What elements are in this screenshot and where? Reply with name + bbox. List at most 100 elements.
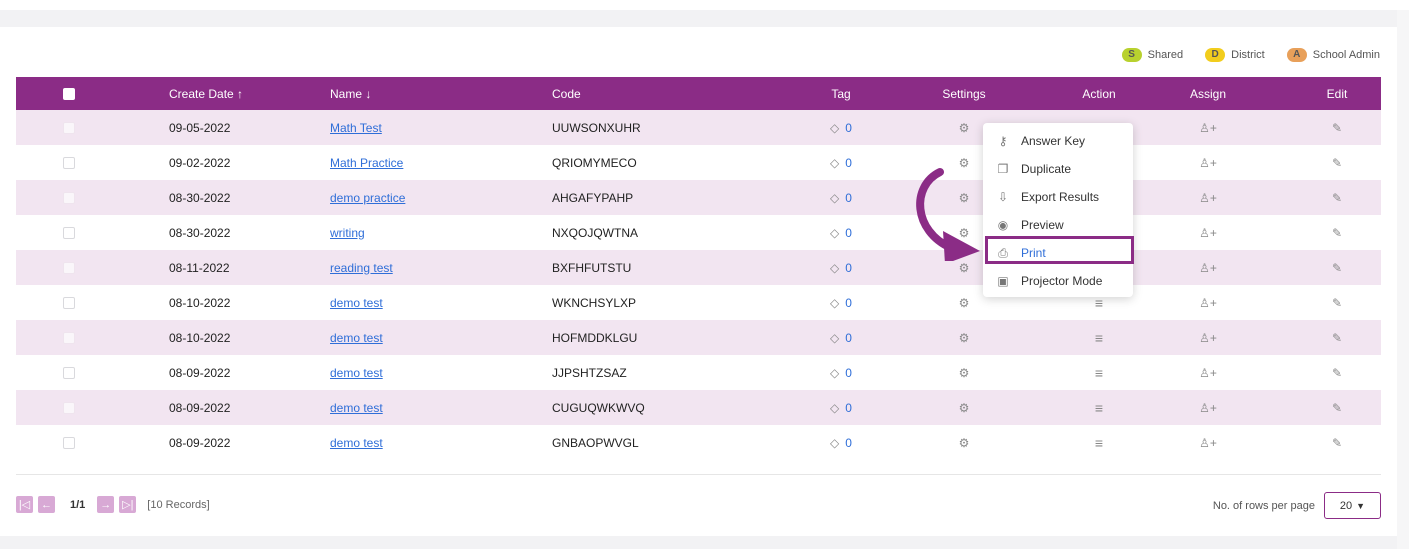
prev-page-icon[interactable]: ← [38,496,55,513]
add-user-icon[interactable]: ♙+ [1199,401,1217,415]
row-name-link[interactable]: demo practice [330,191,405,205]
header-create-date[interactable]: Create Date ↑ [169,77,243,110]
legend-badge-school-admin: A [1286,48,1307,62]
row-tag[interactable]: ◇ 0 [801,320,881,355]
add-user-icon[interactable]: ♙+ [1199,296,1217,310]
edit-icon[interactable]: ✎ [1332,366,1342,380]
row-tag[interactable]: ◇ 0 [801,355,881,390]
legend-school-admin: A School Admin [1286,48,1380,62]
edit-icon[interactable]: ✎ [1332,191,1342,205]
row-assign: ♙+ [1168,250,1248,285]
select-all-checkbox[interactable] [63,87,75,100]
menu-lines-icon[interactable]: ≡ [1095,365,1103,381]
row-select-cell [63,110,75,145]
menu-item-projector-mode[interactable]: ▣ Projector Mode [983,267,1133,295]
edit-icon[interactable]: ✎ [1332,296,1342,310]
tag-icon: ◇ [830,295,840,310]
menu-item-answer-key[interactable]: ⚷ Answer Key [983,127,1133,155]
row-name-link[interactable]: Math Test [330,121,382,135]
add-user-icon[interactable]: ♙+ [1199,366,1217,380]
row-tag[interactable]: ◇ 0 [801,250,881,285]
row-checkbox[interactable] [63,366,75,379]
row-name-link[interactable]: demo test [330,366,383,380]
page-scrollbar[interactable] [1397,10,1409,549]
row-checkbox[interactable] [63,296,75,309]
row-action: ≡ [1059,355,1139,390]
add-user-icon[interactable]: ♙+ [1199,226,1217,240]
gear-icon[interactable]: ⚙ [959,121,970,135]
menu-lines-icon[interactable]: ≡ [1095,330,1103,346]
menu-lines-icon[interactable]: ≡ [1095,400,1103,416]
row-assign: ♙+ [1168,145,1248,180]
edit-icon[interactable]: ✎ [1332,436,1342,450]
table-row: 08-30-2022writingNXQOJQWTNA◇0⚙≡♙+✎ [16,215,1381,250]
row-code: QRIOMYMECO [552,155,637,170]
header-assign: Assign [1189,86,1227,101]
row-name-link[interactable]: demo test [330,401,383,415]
menu-item-duplicate[interactable]: ❐ Duplicate [983,155,1133,183]
edit-icon[interactable]: ✎ [1332,401,1342,415]
row-checkbox[interactable] [63,401,75,414]
add-user-icon[interactable]: ♙+ [1199,436,1217,450]
menu-item-label: Projector Mode [1021,274,1103,288]
edit-icon[interactable]: ✎ [1332,331,1342,345]
add-user-icon[interactable]: ♙+ [1199,331,1217,345]
add-user-icon[interactable]: ♙+ [1199,121,1217,135]
gear-icon[interactable]: ⚙ [959,366,970,380]
add-user-icon[interactable]: ♙+ [1199,261,1217,275]
row-checkbox[interactable] [63,191,75,204]
row-tag[interactable]: ◇ 0 [801,110,881,145]
add-user-icon[interactable]: ♙+ [1199,156,1217,170]
gear-icon[interactable]: ⚙ [959,436,970,450]
row-tag[interactable]: ◇ 0 [801,215,881,250]
gear-icon[interactable]: ⚙ [959,261,970,275]
row-checkbox[interactable] [63,261,75,274]
gear-icon[interactable]: ⚙ [959,401,970,415]
row-action: ≡ [1059,390,1139,425]
menu-item-preview[interactable]: ◉ Preview [983,211,1133,239]
row-name-link[interactable]: demo test [330,436,383,450]
row-name-link[interactable]: demo test [330,331,383,345]
add-user-icon[interactable]: ♙+ [1199,191,1217,205]
row-checkbox[interactable] [63,121,75,134]
row-code: CUGUQWKWVQ [552,400,645,415]
page-indicator: 1/1 [70,498,86,511]
row-name-link[interactable]: Math Practice [330,156,403,170]
row-checkbox[interactable] [63,436,75,449]
row-checkbox[interactable] [63,226,75,239]
row-assign: ♙+ [1168,180,1248,215]
row-create-date: 08-09-2022 [169,435,231,450]
row-checkbox[interactable] [63,156,75,169]
header-name[interactable]: Name ↓ [330,77,371,110]
edit-icon[interactable]: ✎ [1332,156,1342,170]
row-name-link[interactable]: writing [330,226,365,240]
row-tag[interactable]: ◇ 0 [801,145,881,180]
row-edit: ✎ [1297,215,1377,250]
row-name-link[interactable]: demo test [330,296,383,310]
rows-per-page-select[interactable]: 20 ▼ [1324,492,1381,519]
edit-icon[interactable]: ✎ [1332,121,1342,135]
edit-icon[interactable]: ✎ [1332,226,1342,240]
row-tag[interactable]: ◇ 0 [801,285,881,320]
table-row: 09-05-2022Math TestUUWSONXUHR◇0⚙≡♙+✎ [16,110,1381,145]
row-tag[interactable]: ◇ 0 [801,180,881,215]
edit-icon[interactable]: ✎ [1332,261,1342,275]
row-tag-count: 0 [845,295,852,310]
row-tag-count: 0 [845,365,852,380]
gear-icon[interactable]: ⚙ [959,331,970,345]
legend-badge-district: D [1205,48,1226,62]
row-tag[interactable]: ◇ 0 [801,390,881,425]
last-page-icon[interactable]: ▷| [119,496,137,513]
first-page-icon[interactable]: |◁ [16,496,33,513]
row-tag[interactable]: ◇ 0 [801,425,881,460]
row-checkbox[interactable] [63,331,75,344]
menu-lines-icon[interactable]: ≡ [1095,435,1103,451]
row-action: ≡ [1059,425,1139,460]
menu-item-export-results[interactable]: ⇩ Export Results [983,183,1133,211]
gear-icon[interactable]: ⚙ [959,296,970,310]
next-page-icon[interactable]: → [97,496,115,513]
tag-icon: ◇ [830,260,840,275]
key-icon: ⚷ [998,134,1008,148]
rows-per-page-label: No. of rows per page [1212,499,1315,512]
row-name-link[interactable]: reading test [330,261,393,275]
